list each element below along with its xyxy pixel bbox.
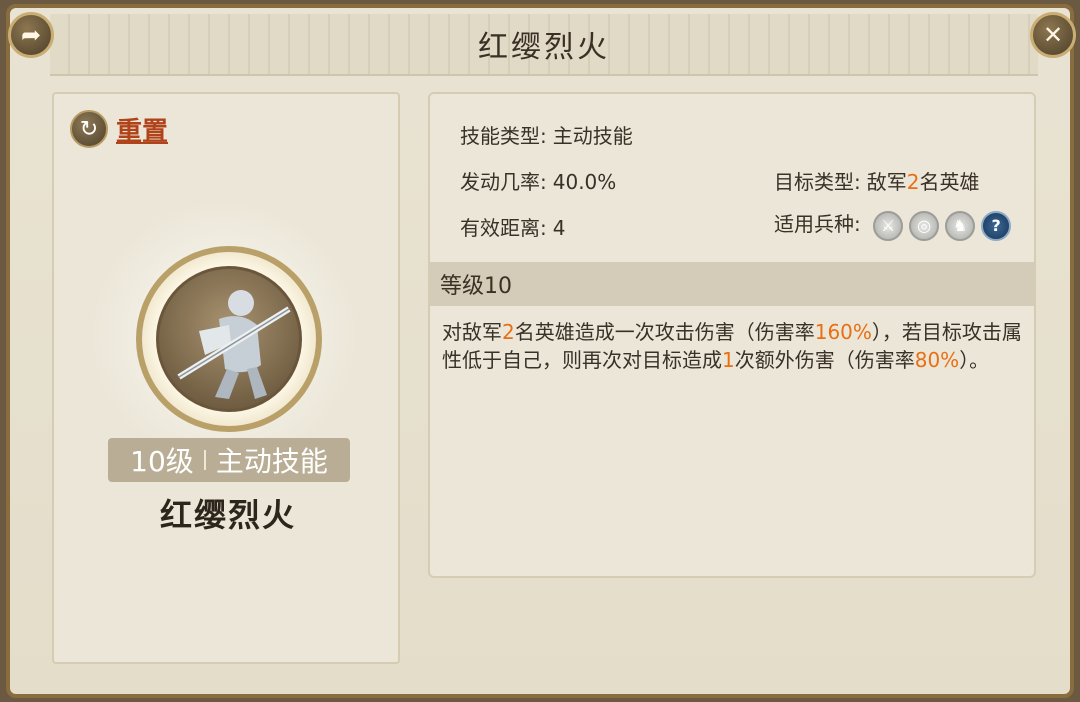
skill-name: 红缨烈火	[159, 496, 296, 534]
trigger-rate-value: 40.0%	[552, 170, 617, 194]
dialog-title: 红缨烈火	[478, 30, 610, 65]
unknown-troop-icon[interactable]: ?	[981, 210, 1012, 241]
desc-value-3: 1	[722, 348, 735, 372]
share-icon: ➦	[20, 21, 42, 49]
skill-type-badge: 主动技能	[215, 445, 328, 478]
skill-detail-panel: 技能类型: 主动技能 发动几率: 40.0% 有效距离: 4 目标类型: 敌军2名英雄 …	[428, 92, 1036, 578]
reset-label: 重置	[116, 116, 169, 147]
range-row: 有效距离: 4	[460, 212, 565, 241]
range-label: 有效距离:	[460, 216, 547, 240]
desc-text-5: ）。	[959, 348, 990, 372]
trigger-rate-row: 发动几率: 40.0%	[460, 166, 616, 195]
target-count: 2	[906, 170, 920, 194]
trigger-rate-label: 发动几率:	[460, 170, 547, 194]
skill-medallion	[136, 246, 322, 432]
dialog-header: 红缨烈火	[50, 14, 1038, 76]
skill-level-badge: 10级 主动技能	[108, 438, 350, 482]
close-icon: ✕	[1042, 21, 1064, 49]
cavalry-troop-icon[interactable]: ♞	[945, 210, 976, 241]
skill-type-label: 技能类型:	[460, 124, 547, 148]
desc-value-4: 80%	[914, 348, 960, 372]
close-button[interactable]: ✕	[1030, 12, 1076, 58]
desc-value-2: 160%	[814, 320, 872, 344]
archer-troop-icon[interactable]: ◎	[909, 210, 940, 241]
warrior-figure-icon	[177, 290, 291, 399]
badge-divider	[203, 450, 206, 470]
target-type-prefix: 敌军	[866, 170, 907, 194]
share-button[interactable]: ➦	[8, 12, 54, 58]
desc-text-4: 次额外伤害（伤害率	[734, 348, 915, 372]
desc-value-1: 2	[502, 320, 515, 344]
sword-troop-icon[interactable]: ⚔	[873, 210, 904, 241]
skill-type-row: 技能类型: 主动技能	[460, 120, 633, 149]
skill-portrait	[156, 266, 302, 412]
skill-description: 对敌军2名英雄造成一次攻击伤害（伤害率160%），若目标攻击属性低于自己，则再次…	[442, 318, 1024, 374]
skill-level: 10级	[130, 445, 194, 478]
range-value: 4	[552, 216, 566, 240]
reset-icon: ↻	[70, 110, 108, 148]
desc-text-1: 对敌军	[442, 320, 502, 344]
desc-text-2: 名英雄造成一次攻击伤害（伤害率	[514, 320, 815, 344]
level-header-text: 等级10	[440, 274, 512, 299]
skill-summary-panel: ↻ 重置 10级 主动技能 红缨烈火	[52, 92, 400, 664]
skill-type-value: 主动技能	[552, 124, 633, 148]
troop-type-row: 适用兵种: ⚔ ◎ ♞ ?	[774, 208, 1012, 241]
reset-button[interactable]: ↻ 重置	[70, 110, 168, 148]
target-type-label: 目标类型:	[774, 170, 861, 194]
troop-type-label: 适用兵种:	[774, 212, 861, 236]
target-type-suffix: 名英雄	[919, 170, 980, 194]
level-header: 等级10	[430, 262, 1034, 306]
target-type-row: 目标类型: 敌军2名英雄	[774, 166, 979, 195]
